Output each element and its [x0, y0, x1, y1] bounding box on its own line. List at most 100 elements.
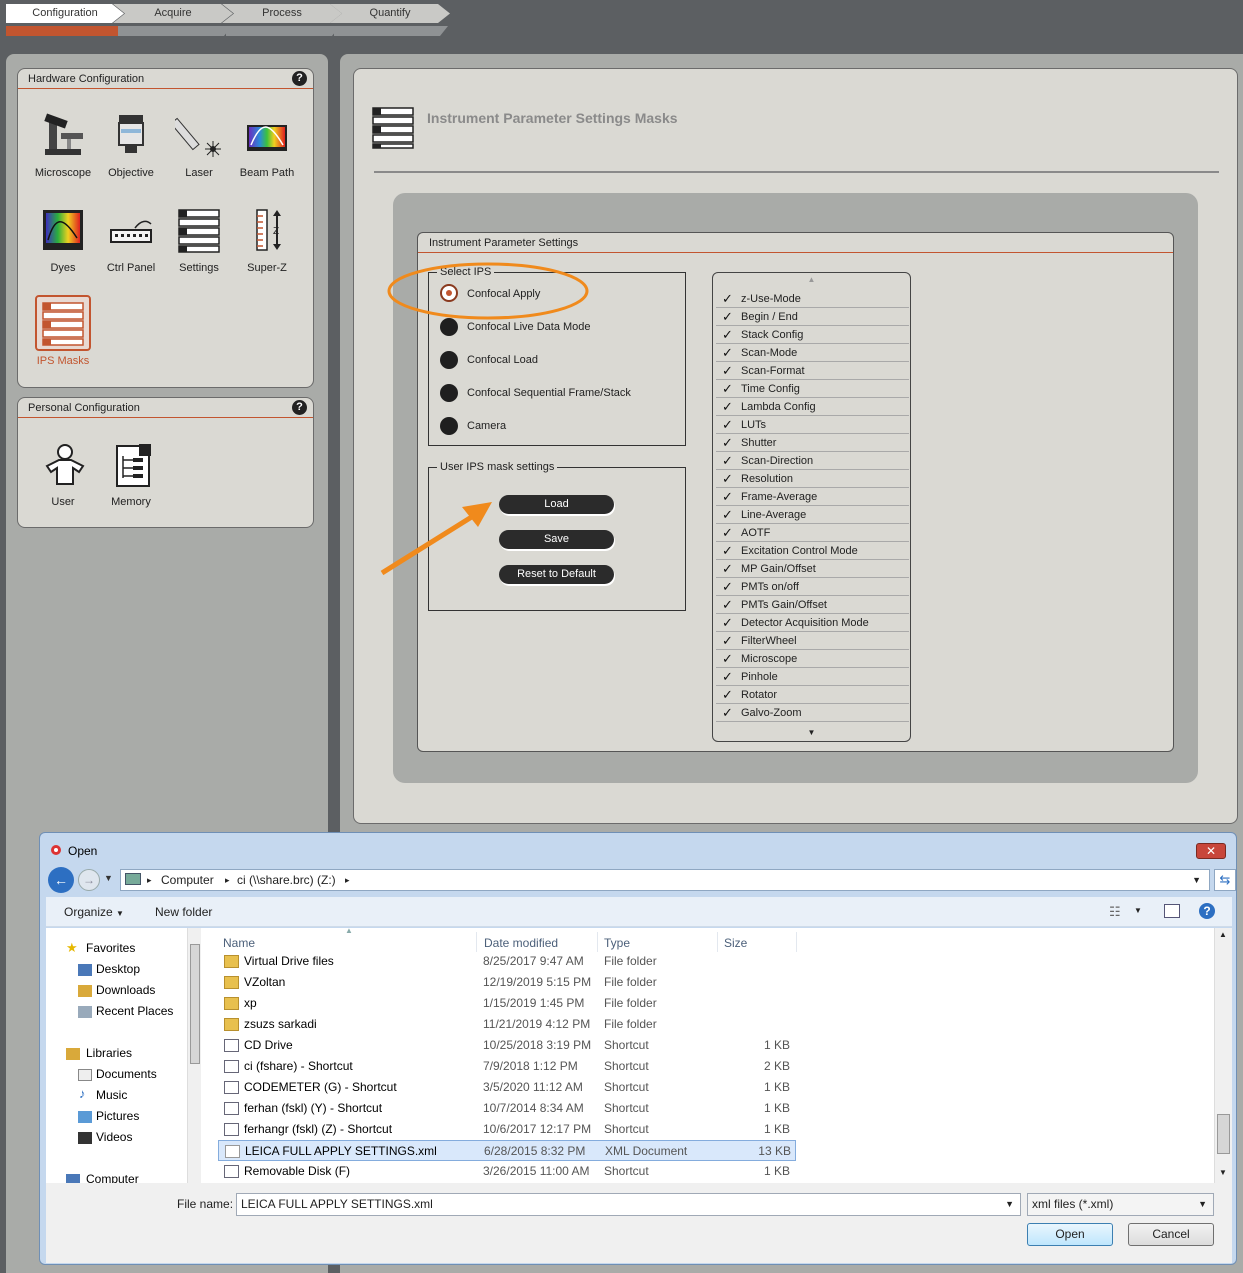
dyes-tool[interactable]: Dyes	[28, 206, 98, 274]
file-list-scrollbar[interactable]: ▲ ▼	[1214, 928, 1232, 1183]
nav-pictures[interactable]: Pictures	[96, 1109, 139, 1123]
nav-music[interactable]: Music	[96, 1088, 127, 1102]
checklist-item[interactable]: ✓ LUTs	[716, 416, 909, 434]
help-icon[interactable]: ?	[292, 400, 307, 415]
checklist-item[interactable]: ✓ Stack Config	[716, 326, 909, 344]
ips-masks-tool[interactable]: IPS Masks	[28, 295, 98, 367]
view-options-icon[interactable]: ☷	[1109, 904, 1121, 920]
cancel-button[interactable]: Cancel	[1128, 1223, 1214, 1246]
preview-pane-icon[interactable]	[1164, 904, 1180, 918]
file-row[interactable]: ferhangr (fskl) (Z) - Shortcut 10/6/2017 …	[218, 1119, 796, 1140]
scroll-down-icon[interactable]: ▼	[713, 728, 910, 737]
address-bar[interactable]: ▸ Computer ▸ ci (\\share.brc) (Z:) ▸ ▼	[120, 869, 1210, 891]
checklist-item[interactable]: ✓ Scan-Direction	[716, 452, 909, 470]
beam-path-tool[interactable]: Beam Path	[232, 111, 302, 179]
new-folder-button[interactable]: New folder	[155, 905, 212, 919]
file-type: Shortcut	[604, 1059, 649, 1073]
checklist-item[interactable]: ✓ PMTs on/off	[716, 578, 909, 596]
objective-tool[interactable]: Objective	[96, 111, 166, 179]
tab-quantify[interactable]: Quantify	[330, 4, 450, 23]
file-row[interactable]: Virtual Drive files 8/25/2017 9:47 AM File…	[218, 951, 796, 972]
checklist-item[interactable]: ✓ MP Gain/Offset	[716, 560, 909, 578]
checklist-item[interactable]: ✓ Excitation Control Mode	[716, 542, 909, 560]
super-z-tool[interactable]: Z Super-Z	[232, 206, 302, 274]
checklist-item[interactable]: ✓ Lambda Config	[716, 398, 909, 416]
checklist-item[interactable]: ✓ AOTF	[716, 524, 909, 542]
file-row[interactable]: ci (fshare) - Shortcut 7/9/2018 1:12 PM Sh…	[218, 1056, 796, 1077]
close-button[interactable]: ✕	[1196, 843, 1226, 859]
checklist-item[interactable]: ✓ Begin / End	[716, 308, 909, 326]
file-row[interactable]: xp 1/15/2019 1:45 PM File folder	[218, 993, 796, 1014]
tab-process[interactable]: Process	[222, 4, 342, 23]
file-row[interactable]: zsuzs sarkadi 11/21/2019 4:12 PM File fold…	[218, 1014, 796, 1035]
file-name-value: LEICA FULL APPLY SETTINGS.xml	[241, 1197, 433, 1211]
checklist-item[interactable]: ✓ Line-Average	[716, 506, 909, 524]
view-dropdown-icon[interactable]: ▼	[1134, 906, 1142, 915]
checklist-item[interactable]: ✓ FilterWheel	[716, 632, 909, 650]
checklist-item[interactable]: ✓ Scan-Format	[716, 362, 909, 380]
file-row-selected[interactable]: LEICA FULL APPLY SETTINGS.xml 6/28/2015 8…	[218, 1140, 796, 1161]
checklist-item[interactable]: ✓ Frame-Average	[716, 488, 909, 506]
refresh-icon[interactable]: ⇆	[1214, 869, 1236, 891]
scroll-up-icon[interactable]: ▲	[1219, 930, 1227, 939]
file-type-select[interactable]: xml files (*.xml) ▼	[1027, 1193, 1214, 1216]
nav-videos[interactable]: Videos	[96, 1130, 132, 1144]
file-row[interactable]: CD Drive 10/25/2018 3:19 PM Shortcut 1 KB	[218, 1035, 796, 1056]
file-row[interactable]: CODEMETER (G) - Shortcut 3/5/2020 11:12 A…	[218, 1077, 796, 1098]
documents-icon	[78, 1069, 92, 1081]
ctrl-panel-tool[interactable]: Ctrl Panel	[96, 206, 166, 274]
memory-tool[interactable]: Memory	[96, 440, 166, 508]
file-name-input[interactable]: LEICA FULL APPLY SETTINGS.xml ▼	[236, 1193, 1021, 1216]
nav-documents[interactable]: Documents	[96, 1067, 157, 1081]
file-type-dropdown-icon[interactable]: ▼	[1198, 1194, 1207, 1214]
nav-desktop[interactable]: Desktop	[96, 962, 140, 976]
open-button[interactable]: Open	[1027, 1223, 1113, 1246]
file-row[interactable]: VZoltan 12/19/2019 5:15 PM File folder	[218, 972, 796, 993]
scrollbar-thumb[interactable]	[1217, 1114, 1230, 1154]
file-row[interactable]: ferhan (fskl) (Y) - Shortcut 10/7/2014 8:…	[218, 1098, 796, 1119]
microscope-tool[interactable]: Microscope	[28, 111, 98, 179]
checklist-item[interactable]: ✓ z-Use-Mode	[716, 290, 909, 308]
shortcut-icon	[224, 1165, 239, 1178]
laser-tool[interactable]: Laser	[164, 111, 234, 179]
tab-configuration[interactable]: Configuration	[6, 4, 124, 23]
checklist-item[interactable]: ✓ PMTs Gain/Offset	[716, 596, 909, 614]
checklist-item[interactable]: ✓ Rotator	[716, 686, 909, 704]
checklist-item[interactable]: ✓ Galvo-Zoom	[716, 704, 909, 722]
checklist-item[interactable]: ✓ Time Config	[716, 380, 909, 398]
breadcrumb-drive[interactable]: ci (\\share.brc) (Z:)	[237, 870, 336, 890]
checklist-item[interactable]: ✓ Resolution	[716, 470, 909, 488]
user-tool[interactable]: User	[28, 440, 98, 508]
settings-tool[interactable]: Settings	[164, 206, 234, 274]
back-icon[interactable]: ←	[48, 867, 74, 893]
checklist-item[interactable]: ✓ Shutter	[716, 434, 909, 452]
nav-recent-places[interactable]: Recent Places	[96, 1004, 173, 1018]
help-icon[interactable]: ?	[292, 71, 307, 86]
nav-libraries[interactable]: Libraries	[86, 1046, 132, 1060]
checklist-item[interactable]: ✓ Microscope	[716, 650, 909, 668]
checklist-item[interactable]: ✓ Detector Acquisition Mode	[716, 614, 909, 632]
file-name-dropdown-icon[interactable]: ▼	[1005, 1194, 1014, 1214]
file-name: Removable Disk (F)	[244, 1164, 351, 1178]
address-dropdown-icon[interactable]: ▼	[1192, 870, 1201, 890]
column-header-date[interactable]: Date modified	[484, 936, 558, 950]
nav-scrollbar[interactable]	[187, 928, 201, 1183]
organize-button[interactable]: Organize ▼	[64, 905, 124, 919]
nav-favorites[interactable]: Favorites	[86, 941, 135, 955]
breadcrumb-computer[interactable]: Computer	[161, 870, 214, 890]
pictures-icon	[78, 1111, 92, 1123]
history-dropdown-icon[interactable]: ▼	[104, 873, 113, 883]
checklist-item[interactable]: ✓ Scan-Mode	[716, 344, 909, 362]
scroll-up-icon[interactable]: ▲	[713, 275, 910, 284]
help-icon[interactable]: ?	[1199, 903, 1215, 919]
scroll-down-icon[interactable]: ▼	[1219, 1168, 1227, 1177]
column-header-name[interactable]: Name	[223, 936, 255, 950]
checklist-item[interactable]: ✓ Pinhole	[716, 668, 909, 686]
column-header-size[interactable]: Size	[724, 936, 747, 950]
forward-icon[interactable]: →	[78, 869, 100, 891]
column-header-type[interactable]: Type	[604, 936, 630, 950]
tab-acquire[interactable]: Acquire	[113, 4, 233, 23]
scrollbar-thumb[interactable]	[190, 944, 200, 1064]
file-row[interactable]: Removable Disk (F) 3/26/2015 11:00 AM Shor…	[218, 1161, 796, 1182]
nav-downloads[interactable]: Downloads	[96, 983, 155, 997]
